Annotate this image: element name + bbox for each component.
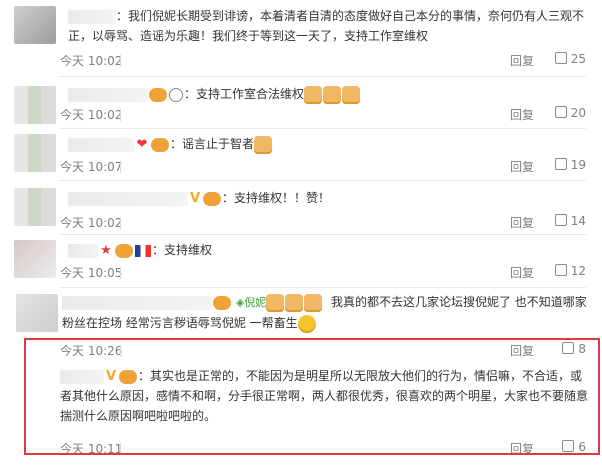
vip-badge-icon bbox=[115, 243, 133, 258]
comment-text: ：我们倪妮长期受到诽谤，本着清者自清的态度做好自己本分的事情，奈何仍有人三观不正… bbox=[68, 9, 585, 43]
divider bbox=[60, 128, 586, 129]
vip-badge-icon bbox=[151, 137, 169, 152]
like-button[interactable]: 19 bbox=[538, 158, 586, 172]
red-highlight-box bbox=[24, 338, 600, 455]
heart-icon: ❤ bbox=[136, 136, 148, 152]
comment-meta: 今天 10:05 回复 12 bbox=[60, 264, 586, 282]
vip-badge-icon bbox=[203, 191, 221, 206]
repost-label: 倪妮 bbox=[244, 296, 267, 309]
username[interactable] bbox=[68, 87, 148, 102]
username[interactable] bbox=[62, 295, 212, 310]
username[interactable] bbox=[68, 9, 116, 24]
comment-meta: 今天 10:02 回复 25 bbox=[60, 52, 586, 70]
like-count: 19 bbox=[570, 158, 586, 172]
reply-button[interactable]: 回复 bbox=[510, 106, 534, 123]
like-count: 20 bbox=[570, 106, 586, 120]
pray-emoji-icon bbox=[254, 135, 273, 154]
reply-button[interactable]: 回复 bbox=[510, 158, 534, 175]
comment-text: ：支持维权！！赞！ bbox=[222, 191, 331, 205]
thumbs-up-icon bbox=[554, 106, 567, 118]
divider bbox=[60, 234, 586, 235]
repost-link[interactable]: ◈倪妮 bbox=[236, 296, 266, 309]
verified-v-icon: V bbox=[189, 190, 201, 206]
panda-icon bbox=[169, 87, 183, 102]
comment-text: ：支持工作室合法维权 bbox=[184, 87, 305, 101]
thumbs-up-emoji-icon bbox=[266, 293, 285, 312]
timestamp: 今天 10:02 bbox=[60, 216, 123, 230]
divider bbox=[120, 161, 121, 173]
timestamp: 今天 10:02 bbox=[60, 54, 123, 68]
like-button[interactable]: 20 bbox=[538, 106, 586, 120]
divider bbox=[120, 109, 121, 121]
avatar[interactable] bbox=[14, 240, 56, 278]
timestamp: 今天 10:05 bbox=[60, 266, 123, 280]
comment-meta: 今天 10:02 回复 14 bbox=[60, 214, 586, 232]
fist-emoji-icon bbox=[323, 85, 342, 104]
divider bbox=[60, 76, 586, 77]
divider bbox=[120, 55, 121, 67]
avatar[interactable] bbox=[14, 134, 56, 172]
fist-emoji-icon bbox=[342, 85, 361, 104]
like-button[interactable]: 25 bbox=[538, 52, 586, 66]
smile-emoji-icon bbox=[297, 314, 316, 333]
star-icon: ★ bbox=[100, 242, 112, 258]
divider bbox=[60, 180, 586, 181]
comment-text: ：支持维权 bbox=[152, 243, 213, 257]
thumbs-up-emoji-icon bbox=[304, 293, 323, 312]
timestamp: 今天 10:07 bbox=[60, 160, 123, 174]
comment-text: ：谣言止于智者 bbox=[170, 137, 255, 151]
divider bbox=[60, 287, 586, 288]
avatar[interactable] bbox=[14, 86, 56, 124]
like-button[interactable]: 12 bbox=[538, 264, 586, 278]
france-flag-icon bbox=[135, 244, 151, 257]
timestamp: 今天 10:02 bbox=[60, 108, 123, 122]
comment-meta: 今天 10:02 回复 20 bbox=[60, 106, 586, 124]
username[interactable] bbox=[68, 191, 188, 206]
thumbs-up-icon bbox=[554, 158, 567, 170]
like-count: 25 bbox=[570, 52, 586, 66]
thumbs-up-icon bbox=[554, 264, 567, 276]
like-count: 12 bbox=[570, 264, 586, 278]
divider bbox=[120, 267, 121, 279]
username[interactable] bbox=[68, 137, 134, 152]
reply-button[interactable]: 回复 bbox=[510, 52, 534, 69]
thumbs-up-icon bbox=[554, 52, 567, 64]
comment-meta: 今天 10:07 回复 19 bbox=[60, 158, 586, 176]
avatar[interactable] bbox=[14, 6, 56, 44]
username[interactable] bbox=[68, 243, 98, 258]
reply-button[interactable]: 回复 bbox=[510, 214, 534, 231]
like-count: 14 bbox=[570, 214, 586, 228]
vip-badge-icon bbox=[213, 295, 231, 310]
thumbs-up-icon bbox=[554, 214, 567, 226]
avatar[interactable] bbox=[16, 294, 58, 332]
avatar[interactable] bbox=[14, 188, 56, 226]
vip-badge-icon bbox=[149, 87, 167, 102]
thumbs-up-emoji-icon bbox=[285, 293, 304, 312]
like-button[interactable]: 14 bbox=[538, 214, 586, 228]
fist-emoji-icon bbox=[304, 85, 323, 104]
divider bbox=[120, 217, 121, 229]
reply-button[interactable]: 回复 bbox=[510, 264, 534, 281]
